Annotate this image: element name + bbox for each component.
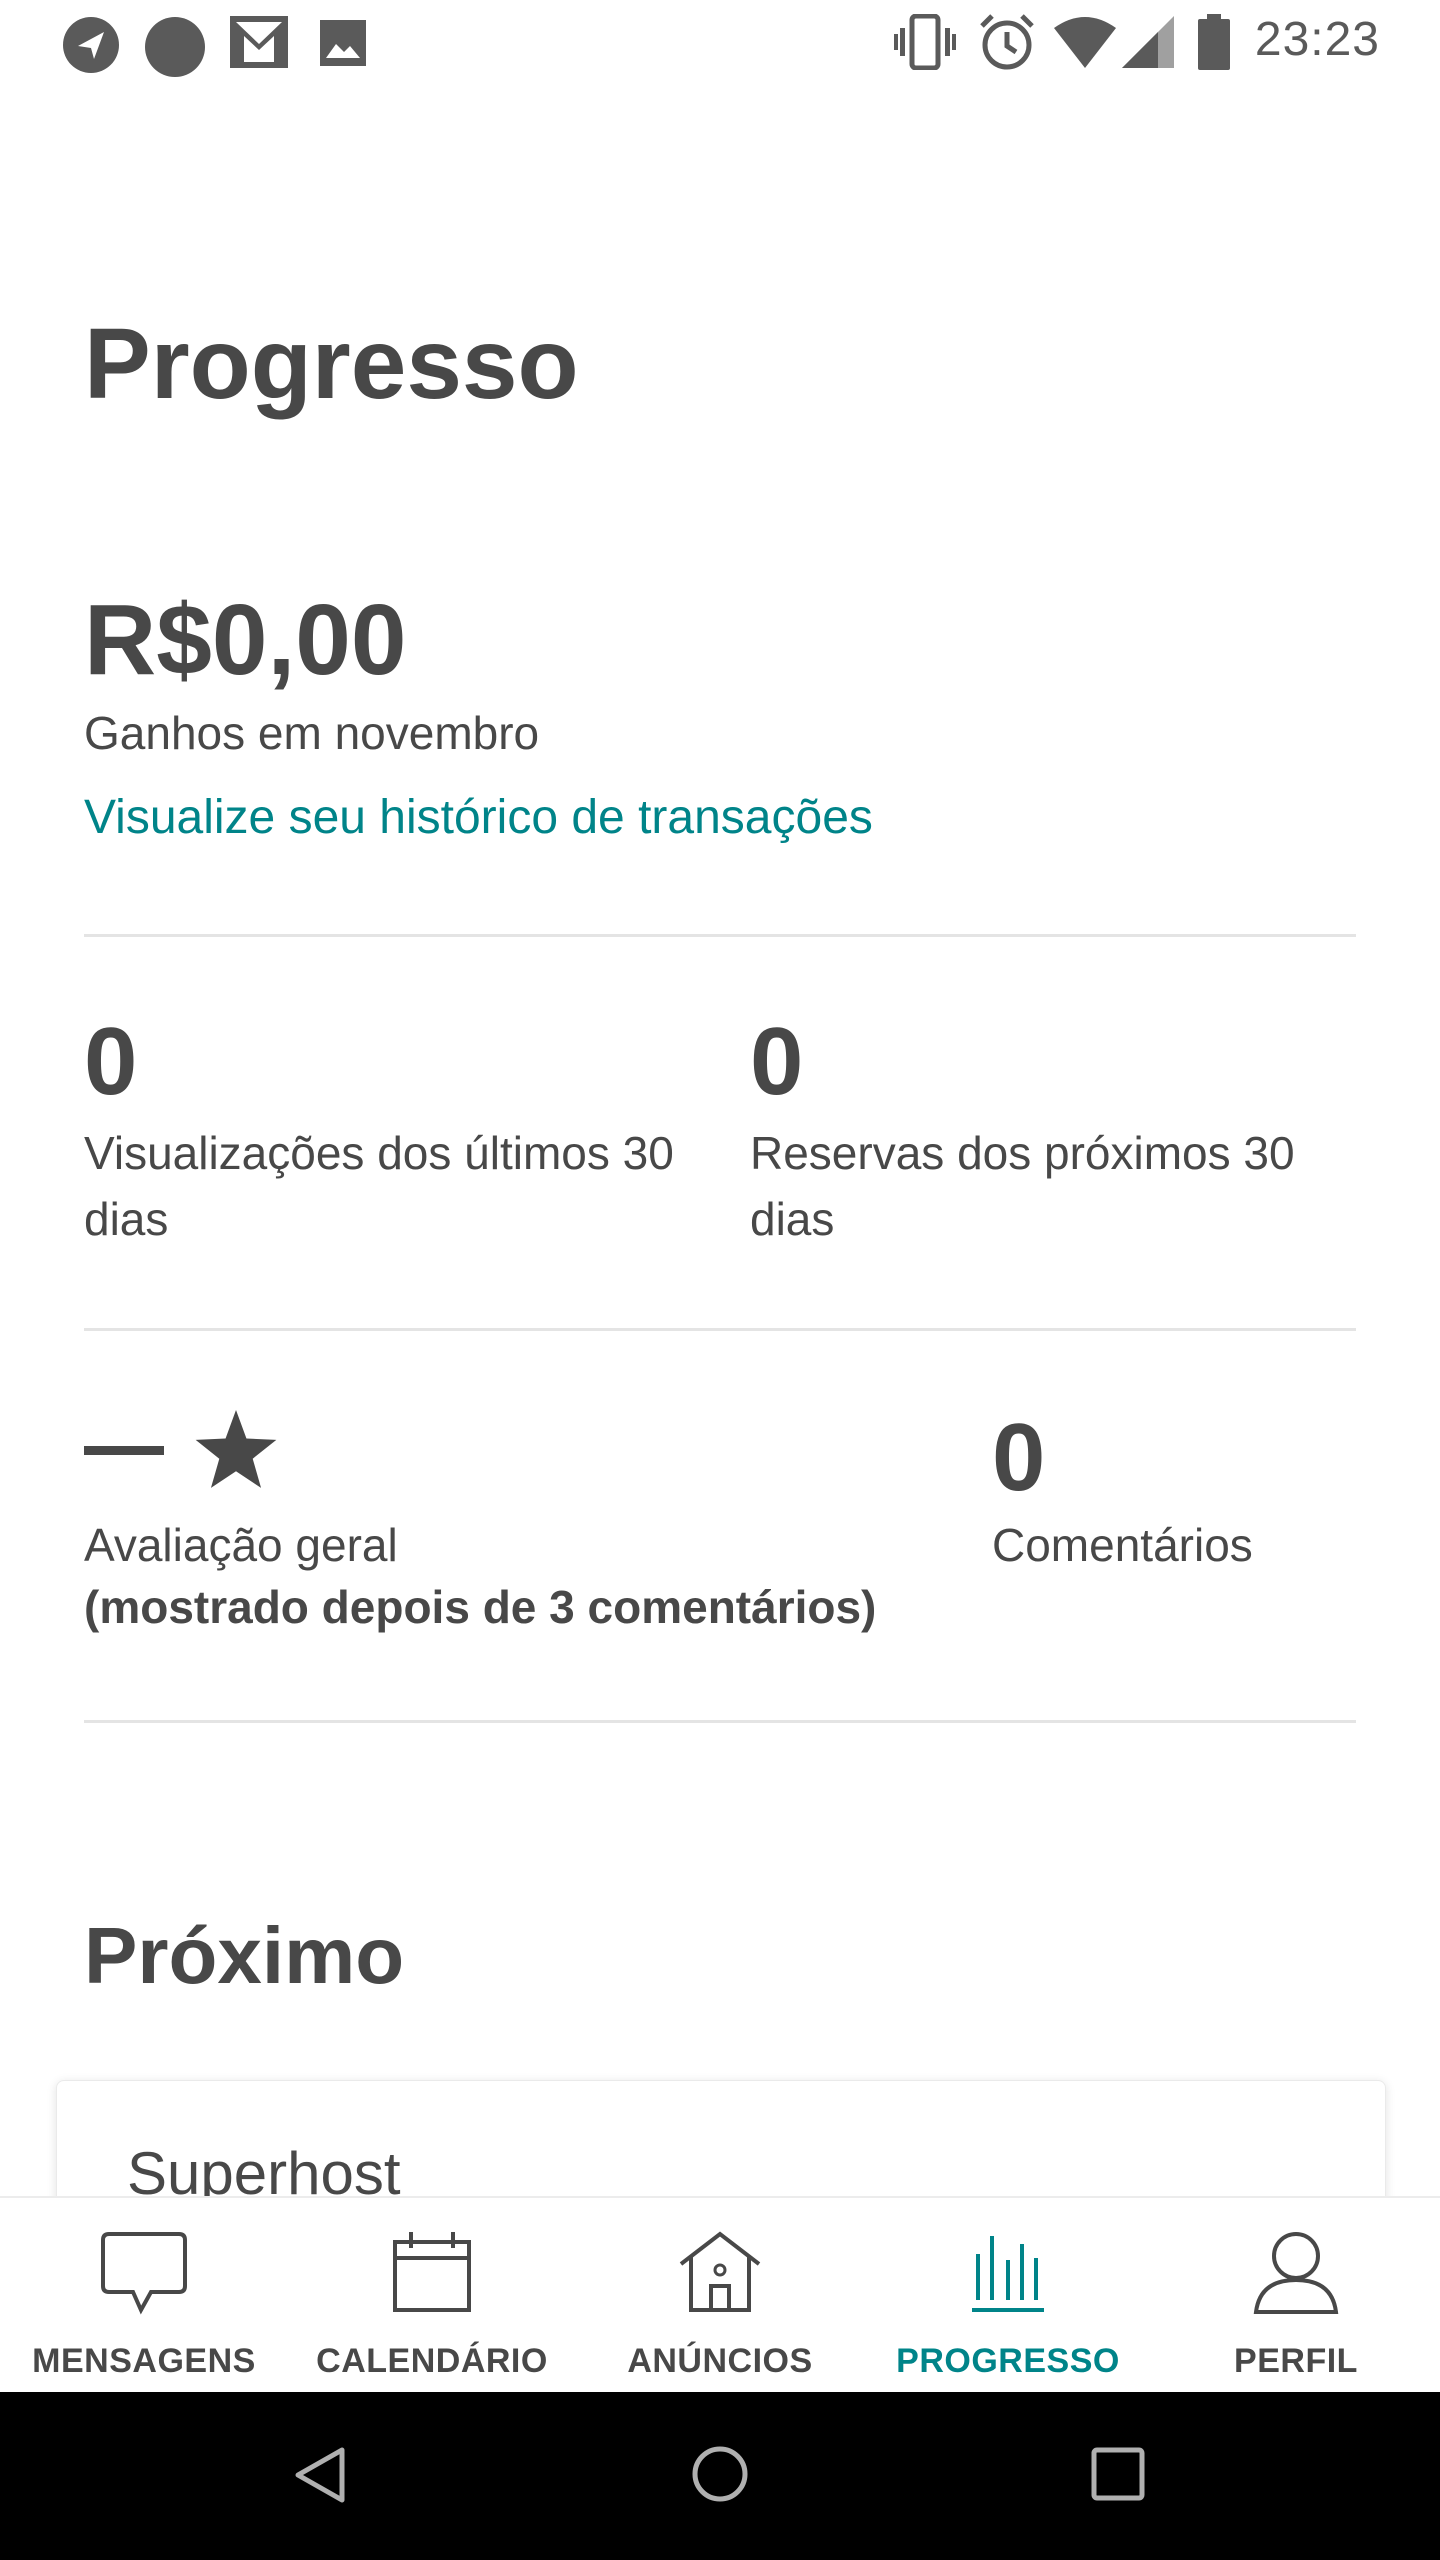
divider: [84, 934, 1356, 937]
bookings-label-line2: dias: [750, 1193, 835, 1245]
battery-icon: [1198, 14, 1230, 70]
alarm-icon: [980, 14, 1034, 70]
tab-progresso[interactable]: PROGRESSO: [864, 2198, 1152, 2394]
bookings-count: 0: [750, 1008, 804, 1115]
earnings-label: Ganhos em novembro: [84, 707, 540, 759]
tab-mensagens-label: MENSAGENS: [32, 2342, 256, 2380]
reviews-label: Comentários: [992, 1519, 1253, 1571]
status-bar: 23:23: [0, 0, 1440, 84]
views-label-line1: Visualizações dos últimos 30: [84, 1127, 674, 1179]
rating-value: [84, 1400, 278, 1500]
vibrate-icon: [894, 14, 956, 70]
superhost-card-title: Superhost: [127, 2140, 401, 2196]
bookings-label: Reservas dos próximos 30 dias: [750, 1120, 1370, 1252]
divider: [84, 1328, 1356, 1331]
tab-perfil-label: PERFIL: [1234, 2342, 1358, 2380]
earnings-amount: R$0,00: [84, 584, 407, 696]
signal-icon: [1122, 16, 1174, 68]
rating-note: (mostrado depois de 3 comentários): [84, 1581, 877, 1633]
calendar-icon: [393, 2232, 471, 2312]
superhost-card[interactable]: Superhost: [56, 2080, 1386, 2196]
progress-content[interactable]: Progresso R$0,00 Ganhos em novembro Visu…: [0, 84, 1440, 2196]
transaction-history-link[interactable]: Visualize seu histórico de transações: [84, 790, 873, 845]
status-time: 23:23: [1254, 13, 1380, 66]
tab-perfil[interactable]: PERFIL: [1152, 2198, 1440, 2394]
tab-anuncios-label: ANÚNCIOS: [627, 2342, 813, 2380]
house-icon: [679, 2231, 761, 2312]
rating-dash: [84, 1445, 164, 1455]
tab-calendario-label: CALENDÁRIO: [316, 2342, 548, 2380]
star-icon: [195, 1410, 277, 1488]
divider: [84, 1720, 1356, 1723]
views-label: Visualizações dos últimos 30 dias: [84, 1120, 734, 1252]
bar-chart-icon: [972, 2236, 1044, 2312]
next-section-title: Próximo: [84, 1911, 405, 2000]
gmail-icon: [230, 16, 288, 68]
tab-progresso-label: PROGRESSO: [896, 2342, 1120, 2380]
tab-anuncios[interactable]: ANÚNCIOS: [576, 2198, 864, 2394]
wifi-icon: [1054, 17, 1116, 68]
tab-calendario[interactable]: CALENDÁRIO: [288, 2198, 576, 2394]
reviews-count: 0: [992, 1404, 1046, 1511]
circle-icon: [145, 17, 205, 77]
page-title: Progresso: [84, 308, 579, 420]
bottom-tab-bar: MENSAGENS CALENDÁRIO ANÚNCIOS PROGRESSO: [0, 2196, 1440, 2394]
chat-bubble-icon: [101, 2232, 187, 2315]
home-icon[interactable]: [690, 2444, 750, 2504]
navigation-icon: [63, 17, 119, 73]
recents-icon[interactable]: [1090, 2446, 1146, 2502]
back-icon[interactable]: [290, 2444, 352, 2506]
views-label-line2: dias: [84, 1193, 169, 1245]
image-icon: [320, 20, 366, 66]
tab-mensagens[interactable]: MENSAGENS: [0, 2198, 288, 2394]
rating-label: Avaliação geral: [84, 1519, 398, 1571]
person-icon: [1253, 2232, 1339, 2314]
views-count: 0: [84, 1008, 138, 1115]
android-nav-bar: [0, 2392, 1440, 2560]
bookings-label-line1: Reservas dos próximos 30: [750, 1127, 1295, 1179]
